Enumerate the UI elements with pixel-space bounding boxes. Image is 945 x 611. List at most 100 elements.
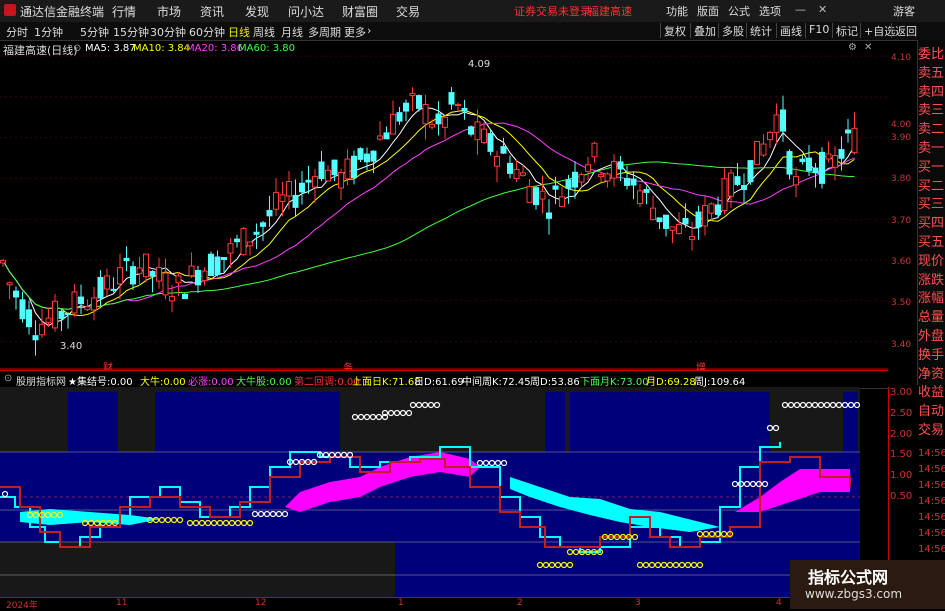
- candle-body[interactable]: [806, 157, 812, 171]
- candle-body[interactable]: [188, 265, 195, 277]
- candle-body[interactable]: [416, 95, 422, 109]
- candle-body[interactable]: [65, 312, 71, 315]
- period-weekly[interactable]: 周线: [253, 24, 275, 40]
- candle-body[interactable]: [312, 176, 318, 188]
- candle-body[interactable]: [786, 151, 793, 175]
- ma-toggle-icon[interactable]: ⊙: [73, 43, 81, 54]
- candle-body[interactable]: [227, 243, 234, 254]
- candle-body[interactable]: [201, 270, 208, 282]
- candle-body[interactable]: [58, 310, 65, 319]
- candle-body[interactable]: [695, 211, 702, 228]
- candle-body[interactable]: [156, 266, 162, 282]
- candle-body[interactable]: [84, 306, 91, 311]
- period-60min[interactable]: 60分钟: [189, 24, 225, 40]
- candle-body[interactable]: [383, 132, 390, 140]
- candle-body[interactable]: [318, 161, 325, 179]
- candle-body[interactable]: [676, 224, 682, 234]
- candle-body[interactable]: [162, 272, 169, 296]
- settings-icon[interactable]: ⚙: [848, 42, 857, 53]
- candle-body[interactable]: [448, 92, 455, 105]
- candle-body[interactable]: [494, 155, 500, 167]
- candle-body[interactable]: [624, 177, 630, 186]
- candle-body[interactable]: [299, 182, 305, 193]
- candle-body[interactable]: [539, 190, 546, 200]
- candle-body[interactable]: [403, 102, 409, 112]
- candle-body[interactable]: [845, 129, 851, 134]
- candle-body[interactable]: [520, 172, 526, 176]
- candle-body[interactable]: [6, 282, 13, 286]
- candle-body[interactable]: [513, 168, 520, 180]
- tool-adjust[interactable]: 复权: [660, 23, 689, 38]
- candle-body[interactable]: [292, 194, 299, 208]
- candle-body[interactable]: [182, 293, 188, 300]
- candle-body[interactable]: [598, 174, 604, 178]
- candle-body[interactable]: [214, 256, 221, 276]
- close-chart-icon[interactable]: ✕: [864, 42, 872, 53]
- period-multi[interactable]: 多周期: [308, 24, 341, 40]
- candle-body[interactable]: [773, 114, 780, 133]
- indicator-toggle-icon[interactable]: ⊙: [4, 373, 12, 384]
- candle-body[interactable]: [767, 131, 773, 141]
- more-chevron-icon[interactable]: ›: [367, 24, 371, 37]
- candle-body[interactable]: [52, 300, 58, 329]
- candle-body[interactable]: [260, 222, 266, 227]
- period-30min[interactable]: 30分钟: [150, 24, 186, 40]
- candle-body[interactable]: [832, 155, 838, 168]
- candle-body[interactable]: [734, 176, 741, 185]
- candle-body[interactable]: [500, 146, 507, 154]
- menu-trade[interactable]: 交易: [396, 3, 420, 20]
- period-monthly[interactable]: 月线: [281, 24, 303, 40]
- candle-body[interactable]: [338, 172, 344, 189]
- candle-body[interactable]: [104, 275, 110, 290]
- indicator-chart[interactable]: [0, 387, 860, 597]
- period-timeshare[interactable]: 分时: [6, 24, 28, 40]
- period-1min[interactable]: 1分钟: [34, 24, 63, 40]
- candle-body[interactable]: [546, 212, 552, 219]
- candle-body[interactable]: [591, 142, 598, 158]
- candle-body[interactable]: [19, 299, 26, 320]
- candle-body[interactable]: [760, 143, 767, 156]
- candle-body[interactable]: [435, 113, 442, 125]
- candle-body[interactable]: [208, 253, 214, 277]
- candle-body[interactable]: [390, 113, 396, 135]
- tool-overlay[interactable]: 叠加: [690, 23, 719, 38]
- menu-market[interactable]: 市场: [157, 3, 181, 20]
- candle-body[interactable]: [455, 104, 461, 107]
- tool-draw[interactable]: 画线: [776, 23, 805, 38]
- candle-body[interactable]: [708, 203, 715, 214]
- candle-body[interactable]: [474, 121, 481, 141]
- candle-body[interactable]: [266, 210, 273, 217]
- candle-body[interactable]: [728, 172, 734, 197]
- formula-button[interactable]: 公式: [728, 3, 750, 19]
- candle-body[interactable]: [253, 231, 260, 235]
- tool-stats[interactable]: 统计: [746, 23, 775, 38]
- indicator-name[interactable]: 股朋指标网: [16, 373, 66, 388]
- candle-body[interactable]: [377, 135, 383, 140]
- candle-body[interactable]: [97, 276, 104, 299]
- candle-body[interactable]: [234, 238, 240, 243]
- candle-body[interactable]: [851, 127, 858, 154]
- tool-back[interactable]: 返回: [891, 23, 920, 38]
- candle-body[interactable]: [526, 185, 533, 203]
- candle-body[interactable]: [78, 296, 84, 305]
- candle-body[interactable]: [149, 271, 156, 277]
- candle-body[interactable]: [247, 241, 253, 247]
- tool-f10[interactable]: F10: [805, 23, 832, 38]
- menu-fortune[interactable]: 财富圈: [342, 3, 378, 20]
- candle-body[interactable]: [130, 266, 136, 285]
- candle-body[interactable]: [331, 159, 338, 176]
- candle-body[interactable]: [273, 192, 279, 210]
- candle-body[interactable]: [793, 176, 799, 186]
- candle-body[interactable]: [663, 214, 669, 229]
- candle-body[interactable]: [429, 124, 435, 128]
- candle-body[interactable]: [110, 288, 117, 291]
- candle-body[interactable]: [305, 179, 312, 183]
- period-daily[interactable]: 日线: [228, 24, 250, 40]
- candle-body[interactable]: [91, 297, 97, 311]
- candle-body[interactable]: [442, 116, 448, 128]
- menu-news[interactable]: 资讯: [200, 3, 224, 20]
- candle-body[interactable]: [136, 267, 143, 275]
- candle-body[interactable]: [552, 185, 559, 190]
- tool-multi-stock[interactable]: 多股: [718, 23, 747, 38]
- candle-body[interactable]: [370, 150, 377, 162]
